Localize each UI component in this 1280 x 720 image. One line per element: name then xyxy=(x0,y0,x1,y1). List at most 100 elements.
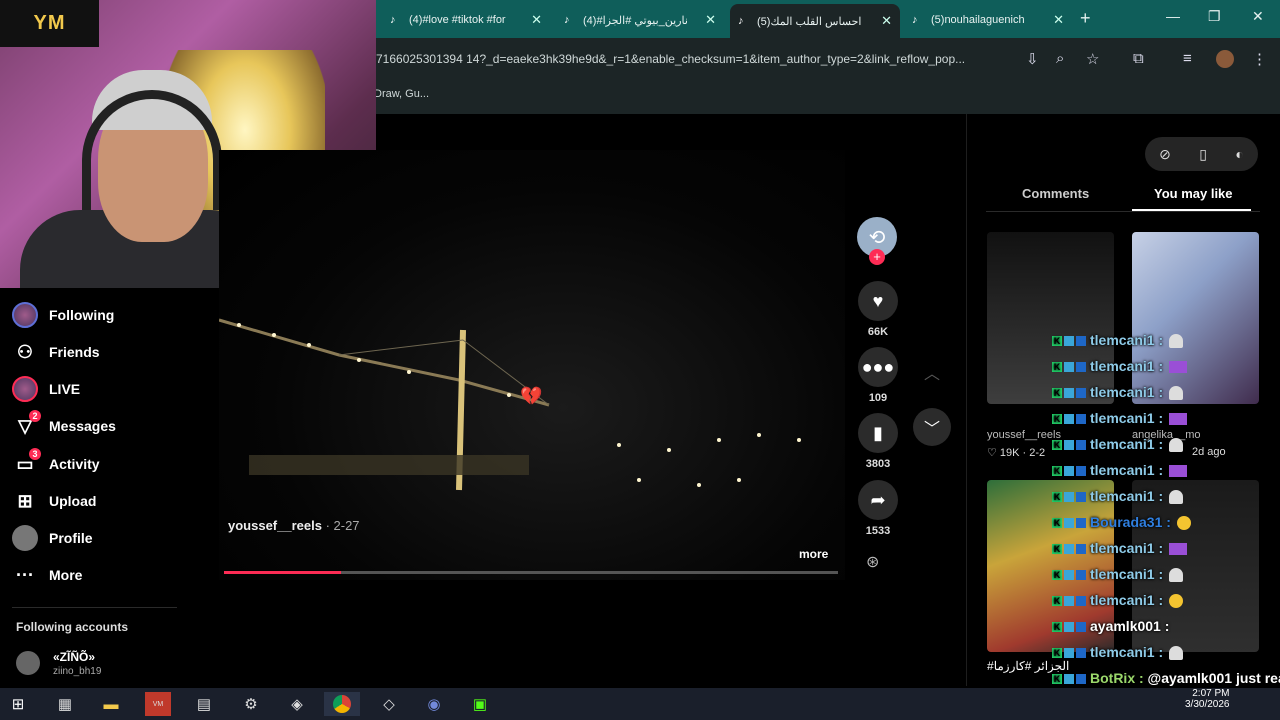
kick-badge-icon: K xyxy=(1052,388,1062,399)
account-name[interactable]: «ZĨÑÕ» xyxy=(53,650,95,664)
sidebar-item-more[interactable]: ··· More xyxy=(12,560,82,590)
bookmark-item[interactable]: Draw, Gu... xyxy=(374,88,429,100)
chat-message: K Bourada31 : xyxy=(1052,514,1191,531)
account-avatar[interactable] xyxy=(16,651,40,675)
sidebar-item-activity[interactable]: ▭ 3 Activity xyxy=(12,448,100,479)
chat-message: Ktlemcani1 : xyxy=(1052,488,1184,505)
comment-action[interactable]: ●●● 109 xyxy=(857,347,899,404)
video-thumbnail[interactable] xyxy=(987,232,1114,404)
video-author[interactable]: youssef__reels · 2-27 xyxy=(228,518,360,533)
app-icon[interactable]: ◈ xyxy=(284,692,310,716)
steam-icon[interactable]: ⚙ xyxy=(238,692,264,716)
avatar-icon[interactable]: ◐ xyxy=(1235,146,1243,162)
sidebar-item-upload[interactable]: ⊞ Upload xyxy=(12,486,96,516)
file-explorer-icon[interactable]: ▬ xyxy=(98,692,124,716)
url-field[interactable]: 7166025301394 14?_d=eaeke3hk39he9d&_r=1&… xyxy=(376,52,965,66)
sidebar-item-live[interactable]: LIVE xyxy=(12,374,80,404)
sidebar-item-profile[interactable]: Profile xyxy=(12,523,93,553)
sidebar-item-friends[interactable]: ⚇ Friends xyxy=(12,337,100,367)
like-action[interactable]: ♥ 66K xyxy=(857,281,899,338)
share-action[interactable]: ➦ 1533 xyxy=(857,480,899,537)
sidebar-item-following[interactable]: Following xyxy=(12,300,114,330)
logo-text: YM xyxy=(33,12,66,34)
new-tab-button[interactable]: + xyxy=(1080,8,1091,29)
sidebar-item-label: Friends xyxy=(49,344,100,360)
next-video-button[interactable]: ﹀ xyxy=(913,408,951,446)
thumb-author[interactable]: youssef__reels xyxy=(987,429,1061,441)
more-button[interactable]: more xyxy=(799,547,828,561)
tier-badge-icon xyxy=(1076,336,1086,347)
kick-icon[interactable]: ▣ xyxy=(467,692,493,716)
browser-tab-active[interactable]: ♪ (5)احساس القلب المك ✕ xyxy=(730,4,900,38)
bookmark-icon[interactable]: ▮ xyxy=(858,413,898,453)
bridge-scene xyxy=(219,318,801,491)
minimize-button[interactable]: — xyxy=(1166,8,1180,24)
zoom-icon[interactable]: ⌕ xyxy=(1056,50,1064,67)
chat-message: Ktlemcani1 : xyxy=(1052,462,1188,478)
video-progress-bar[interactable] xyxy=(224,571,838,574)
chrome-icon[interactable] xyxy=(324,692,360,716)
video-author-name[interactable]: youssef__reels xyxy=(228,518,322,533)
tab-title: (4)#نارين_بيوتي #الجزا xyxy=(583,14,688,27)
profile-icon xyxy=(12,525,38,551)
share-icon[interactable]: ➦ xyxy=(858,480,898,520)
sub-badge-icon xyxy=(1064,466,1074,477)
tier-badge-icon xyxy=(1076,570,1086,581)
chat-username: Bourada31 : xyxy=(1090,514,1171,530)
sidebar-item-label: Messages xyxy=(49,418,116,434)
windows-start-icon[interactable]: ⊞ xyxy=(5,692,31,716)
close-window-button[interactable]: ✕ xyxy=(1252,8,1264,25)
video-player[interactable] xyxy=(219,150,845,580)
discord-icon[interactable]: ◉ xyxy=(421,692,447,716)
app-icon[interactable]: ◇ xyxy=(376,692,402,716)
sub-badge-icon xyxy=(1064,648,1074,659)
save-action[interactable]: ▮ 3803 xyxy=(857,413,899,470)
tab-comments[interactable]: Comments xyxy=(1022,186,1089,201)
system-clock[interactable]: 2:07 PM 3/30/2026 xyxy=(1185,688,1230,710)
tab-title: (5)nouhailaguenich xyxy=(931,14,1025,26)
close-icon[interactable]: ✕ xyxy=(705,12,716,28)
chat-username: tlemcani1 : xyxy=(1090,358,1164,374)
chat-emote-icon xyxy=(1169,490,1184,505)
star-icon[interactable]: ☆ xyxy=(1086,50,1099,68)
sidebar-item-label: Profile xyxy=(49,530,93,546)
follow-plus-button[interactable]: + xyxy=(869,249,885,265)
comment-icon[interactable]: ●●● xyxy=(858,347,898,387)
browser-tab[interactable]: ♪ (5)nouhailaguenich ✕ xyxy=(904,6,1072,34)
extensions-icon[interactable]: ⧉ xyxy=(1133,50,1144,67)
tab-you-may-like[interactable]: You may like xyxy=(1154,186,1233,201)
menu-icon[interactable]: ⋮ xyxy=(1252,50,1267,68)
browser-tab[interactable]: ♪ (4)#love #tiktok #for ✕ xyxy=(382,6,550,34)
repost-icon: ⟲ xyxy=(868,226,886,249)
media-icon[interactable]: ≡ xyxy=(1183,50,1192,67)
video-progress-fill xyxy=(224,571,341,574)
tier-badge-icon xyxy=(1076,362,1086,373)
sidebar-divider xyxy=(12,607,177,608)
app-icon[interactable]: ▤ xyxy=(191,692,217,716)
close-icon[interactable]: ✕ xyxy=(1053,12,1064,28)
heart-icon[interactable]: ♥ xyxy=(858,281,898,321)
kick-badge-icon: K xyxy=(1052,414,1062,425)
phone-icon[interactable]: ▯ xyxy=(1199,146,1207,163)
voicemeeter-icon[interactable]: VM xyxy=(145,692,171,716)
video-thumbnail[interactable] xyxy=(1132,232,1259,404)
install-icon[interactable]: ⇩ xyxy=(1026,50,1039,68)
sidebar-item-messages[interactable]: ▽ 2 Messages xyxy=(12,410,116,441)
browser-tab[interactable]: ♪ (4)#نارين_بيوتي #الجزا ✕ xyxy=(556,6,724,34)
share-count: 1533 xyxy=(865,525,891,537)
maximize-button[interactable]: ❐ xyxy=(1208,8,1221,25)
close-icon[interactable]: ✕ xyxy=(531,12,542,28)
avatar-icon xyxy=(12,302,38,328)
kick-badge-icon: K xyxy=(1052,674,1062,685)
kick-badge-icon: K xyxy=(1052,466,1062,477)
compass-icon[interactable]: ⊘ xyxy=(1159,146,1171,163)
close-icon[interactable]: ✕ xyxy=(881,13,892,29)
music-disc-icon[interactable]: ⊛ xyxy=(866,552,879,572)
previous-video-button[interactable]: ︿ xyxy=(913,353,951,391)
chat-emote-icon xyxy=(1169,465,1188,478)
profile-avatar[interactable] xyxy=(1216,50,1234,68)
live-icon xyxy=(12,376,38,402)
store-icon[interactable]: ▦ xyxy=(52,692,78,716)
messages-badge: 2 xyxy=(29,410,41,422)
tab-title: (5)احساس القلب المك xyxy=(757,15,862,28)
